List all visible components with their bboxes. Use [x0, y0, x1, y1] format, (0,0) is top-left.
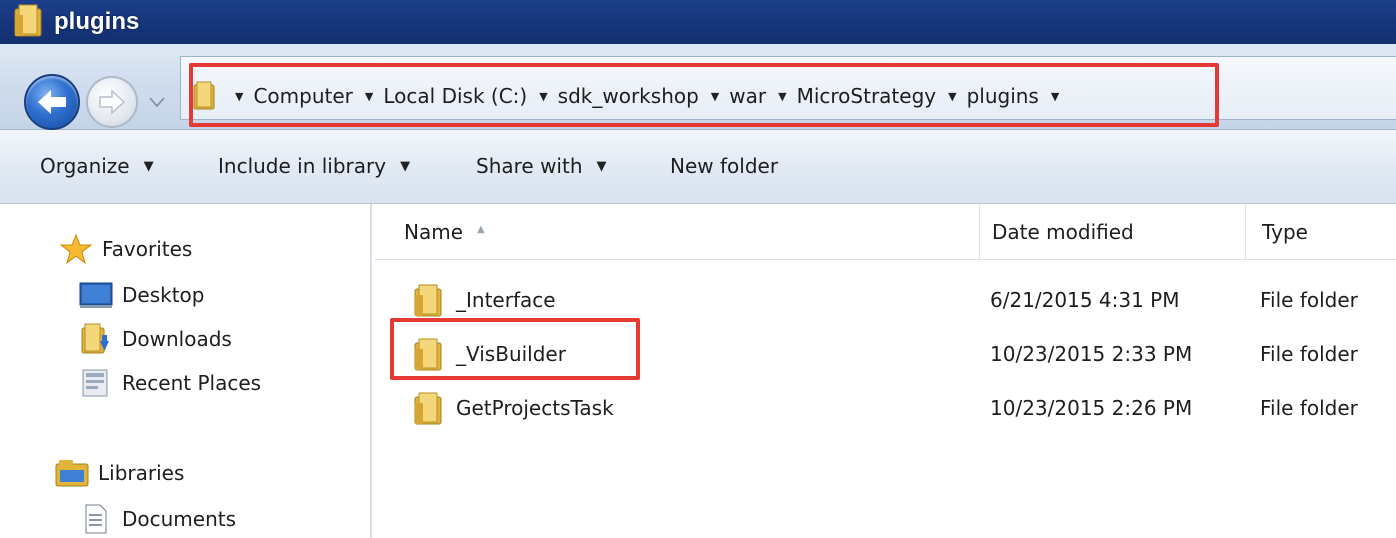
chevron-down-icon	[149, 97, 165, 108]
recent-places-icon	[78, 368, 114, 398]
organize-button[interactable]: Organize ▼	[40, 154, 154, 178]
window-title: plugins	[54, 8, 140, 35]
folder-icon	[414, 283, 446, 317]
downloads-icon	[78, 323, 114, 354]
file-name: _Interface	[456, 288, 556, 312]
folder-icon	[14, 3, 44, 41]
folder-icon	[414, 391, 446, 425]
navigation-pane: Favorites Desktop Downloads Recent Place…	[0, 204, 372, 538]
file-date: 10/23/2015 2:26 PM	[990, 396, 1193, 420]
libraries-icon	[54, 458, 90, 488]
visbuilder-highlight-box	[390, 318, 640, 380]
sidebar-item-favorites[interactable]: Favorites	[58, 234, 192, 264]
chevron-down-icon: ▼	[400, 158, 411, 174]
file-type: File folder	[1260, 342, 1358, 366]
column-header-date-modified[interactable]: Date modified	[980, 204, 1246, 260]
sort-ascending-icon: ▲	[477, 223, 485, 235]
sidebar-item-recent-places[interactable]: Recent Places	[78, 368, 261, 398]
back-button[interactable]	[24, 74, 80, 130]
chevron-down-icon: ▼	[596, 158, 607, 174]
navigation-bar: ▼ Computer ▼ Local Disk (C:) ▼ sdk_works…	[0, 44, 1396, 130]
sidebar-item-libraries[interactable]: Libraries	[54, 458, 184, 488]
star-icon	[58, 234, 94, 264]
arrow-left-icon	[38, 90, 66, 114]
file-name: GetProjectsTask	[456, 396, 614, 420]
sidebar-item-documents[interactable]: Documents	[78, 504, 236, 534]
address-highlight-box	[189, 63, 1219, 127]
file-list: Name ▲ Date modified Type _Interface 6/2…	[374, 204, 1396, 538]
file-row[interactable]: GetProjectsTask 10/23/2015 2:26 PM File …	[374, 388, 1396, 428]
desktop-icon	[78, 280, 114, 310]
document-icon	[78, 504, 114, 534]
sidebar-item-desktop[interactable]: Desktop	[78, 280, 204, 310]
sidebar-item-downloads[interactable]: Downloads	[78, 323, 232, 354]
file-type: File folder	[1260, 288, 1358, 312]
share-with-button[interactable]: Share with ▼	[476, 154, 607, 178]
recent-locations-dropdown[interactable]	[148, 96, 168, 116]
column-header-row: Name ▲ Date modified Type	[374, 204, 1396, 260]
column-header-name[interactable]: Name ▲	[374, 204, 980, 260]
file-date: 10/23/2015 2:33 PM	[990, 342, 1193, 366]
address-bar[interactable]: ▼ Computer ▼ Local Disk (C:) ▼ sdk_works…	[180, 56, 1396, 127]
new-folder-button[interactable]: New folder	[670, 154, 778, 178]
file-date: 6/21/2015 4:31 PM	[990, 288, 1180, 312]
title-bar: plugins	[0, 0, 1396, 44]
arrow-right-icon	[99, 89, 126, 115]
include-in-library-button[interactable]: Include in library ▼	[218, 154, 410, 178]
file-type: File folder	[1260, 396, 1358, 420]
command-toolbar: Organize ▼ Include in library ▼ Share wi…	[0, 130, 1396, 204]
forward-button[interactable]	[86, 76, 138, 128]
file-row[interactable]: _Interface 6/21/2015 4:31 PM File folder	[374, 280, 1396, 320]
column-header-type[interactable]: Type	[1246, 204, 1396, 260]
chevron-down-icon: ▼	[143, 158, 154, 174]
